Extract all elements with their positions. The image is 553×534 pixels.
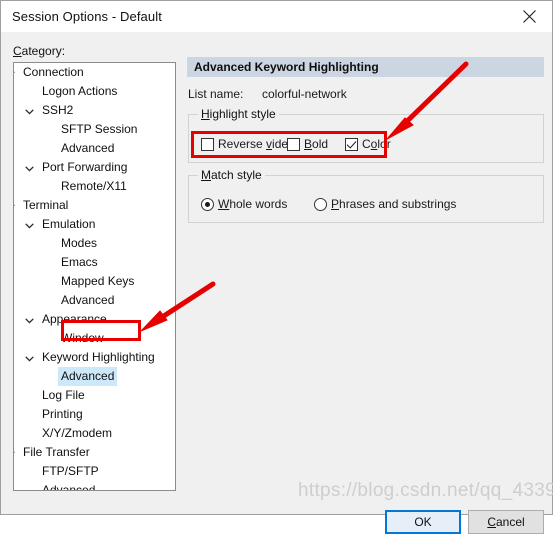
tree-item-label: Emulation (42, 217, 96, 231)
title-bar: Session Options - Default (1, 1, 552, 32)
tree-item-label: Appearance (42, 312, 107, 326)
checkmark-icon[interactable] (345, 137, 358, 151)
highlight-style-options: Reverse video Bold Color (189, 115, 543, 162)
tree-item-connection[interactable]: Connection (14, 63, 175, 82)
tree-item-window[interactable]: Window (14, 329, 175, 348)
tree-item-x-y-zmodem[interactable]: X/Y/Zmodem (14, 424, 175, 443)
category-label-accel: C (13, 44, 22, 58)
tree-item-label: Remote/X11 (61, 179, 127, 193)
tree-item-label: Connection (23, 65, 84, 79)
tree-item-label: Advanced (61, 293, 115, 307)
checkbox-label: Color (362, 137, 391, 151)
tree-item-appearance[interactable]: Appearance (14, 310, 175, 329)
window-title: Session Options - Default (12, 9, 162, 24)
label-pre: Reverse (218, 137, 267, 151)
tree-item-logon-actions[interactable]: Logon Actions (14, 82, 175, 101)
tree-item-label: Advanced (42, 483, 96, 491)
cancel-button-label: Cancel (487, 515, 524, 529)
cancel-button-rest: ancel (495, 515, 525, 529)
tree-item-label: Advanced (58, 367, 118, 386)
panel-header: Advanced Keyword Highlighting (187, 57, 544, 77)
label-post: hrases and substrings (339, 197, 457, 211)
radio-label: Phrases and substrings (331, 197, 456, 211)
dialog-client-area: Category: Connection Logon Actions SSH2 SFT… (2, 32, 551, 534)
tree-item-sftp-session[interactable]: SFTP Session (14, 120, 175, 139)
tree-item-label: File Transfer (23, 445, 90, 459)
label-accel: W (218, 197, 230, 211)
tree-item-terminal[interactable]: Terminal (14, 196, 175, 215)
radio-label: Whole words (218, 197, 287, 211)
checkbox-label: Bold (304, 137, 328, 151)
category-label: Category: (13, 44, 65, 58)
radio-phrases-and-substrings[interactable]: Phrases and substrings (314, 197, 456, 211)
tree-item-advanced[interactable]: Advanced (14, 291, 175, 310)
checkbox-icon[interactable] (287, 137, 300, 151)
tree-item-emacs[interactable]: Emacs (14, 253, 175, 272)
tree-item-label: Keyword Highlighting (42, 350, 155, 364)
tree-item-advanced[interactable]: Advanced (14, 367, 175, 386)
tree-item-label: X/Y/Zmodem (42, 426, 113, 440)
checkbox-label: Reverse video (218, 137, 295, 151)
label-post: hole words (229, 197, 288, 211)
tree-item-label: Log File (42, 388, 85, 402)
session-options-dialog: Session Options - Default Category: Conn… (0, 0, 553, 534)
tree-item-printing[interactable]: Printing (14, 405, 175, 424)
label-post: lor (377, 137, 391, 151)
tree-item-mapped-keys[interactable]: Mapped Keys (14, 272, 175, 291)
tree-item-label: SSH2 (42, 103, 74, 117)
checkbox-bold[interactable]: Bold (287, 137, 328, 151)
tree-item-emulation[interactable]: Emulation (14, 215, 175, 234)
ok-button-label: OK (414, 515, 432, 529)
close-icon[interactable] (507, 1, 552, 32)
tree-item-log-file[interactable]: Log File (14, 386, 175, 405)
highlight-style-group: Highlight style Reverse video Bold Color (188, 107, 544, 163)
match-style-group: Match style Whole words Phrases and subst… (188, 168, 544, 223)
list-name-label: List name: (188, 87, 244, 101)
radio-icon[interactable] (314, 197, 327, 211)
tree-item-label: Emacs (61, 255, 98, 269)
tree-item-label: Port Forwarding (42, 160, 128, 174)
panel-header-title: Advanced Keyword Highlighting (194, 60, 379, 74)
tree-item-ftp-sftp[interactable]: FTP/SFTP (14, 462, 175, 481)
tree-item-label: Logon Actions (42, 84, 118, 98)
checkbox-color[interactable]: Color (345, 137, 391, 151)
label-pre: C (362, 137, 371, 151)
tree-item-advanced[interactable]: Advanced (14, 139, 175, 158)
label-post: old (312, 137, 329, 151)
checkbox-reverse-video[interactable]: Reverse video (201, 137, 295, 151)
radio-icon[interactable] (201, 197, 214, 211)
label-accel: P (331, 197, 340, 211)
tree-item-label: SFTP Session (61, 122, 138, 136)
cancel-button[interactable]: Cancel (468, 510, 544, 534)
radio-whole-words[interactable]: Whole words (201, 197, 287, 211)
tree-item-advanced[interactable]: Advanced (14, 481, 175, 491)
cancel-button-accel: C (487, 515, 496, 529)
tree-item-label: Window (61, 331, 104, 345)
tree-item-label: Advanced (61, 141, 115, 155)
category-label-rest: ategory: (21, 44, 66, 58)
tree-item-port-forwarding[interactable]: Port Forwarding (14, 158, 175, 177)
list-name-value: colorful-network (262, 87, 347, 101)
tree-item-keyword-highlighting[interactable]: Keyword Highlighting (14, 348, 175, 367)
tree-item-label: Printing (42, 407, 83, 421)
tree-item-label: FTP/SFTP (42, 464, 99, 478)
tree-item-modes[interactable]: Modes (14, 234, 175, 253)
label-accel: B (304, 137, 313, 151)
category-tree[interactable]: Connection Logon Actions SSH2 SFTP Session A… (13, 62, 176, 491)
tree-item-ssh2[interactable]: SSH2 (14, 101, 175, 120)
tree-item-label: Terminal (23, 198, 69, 212)
tree-item-label: Modes (61, 236, 98, 250)
tree-item-file-transfer[interactable]: File Transfer (14, 443, 175, 462)
tree-item-remote-x11[interactable]: Remote/X11 (14, 177, 175, 196)
ok-button[interactable]: OK (385, 510, 461, 534)
match-style-options: Whole words Phrases and substrings (189, 176, 543, 222)
tree-item-label: Mapped Keys (61, 274, 135, 288)
checkbox-icon[interactable] (201, 137, 214, 151)
